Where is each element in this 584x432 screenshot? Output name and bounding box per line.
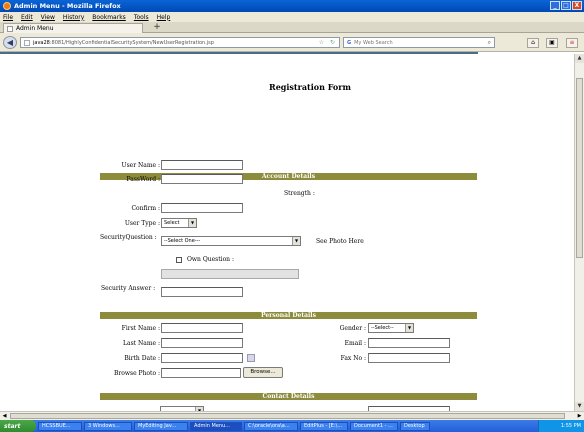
window-title: Admin Menu - Mozilla Firefox — [14, 2, 121, 10]
menu-bookmarks[interactable]: Bookmarks — [92, 14, 126, 21]
user-name-input[interactable] — [161, 160, 243, 170]
home-icon[interactable]: ⌂ — [527, 38, 539, 48]
gender-label: Gender : — [339, 325, 366, 332]
user-type-label: User Type : — [124, 220, 160, 227]
horizontal-scroll-thumb[interactable] — [10, 413, 565, 419]
security-question-label: SecurityQuestion : — [100, 234, 157, 241]
security-question-select[interactable]: --Select One--- ▼ — [161, 236, 301, 246]
chevron-down-icon: ▼ — [188, 219, 196, 227]
horizontal-scrollbar[interactable]: ◀ ▶ — [0, 411, 584, 420]
firefox-icon — [3, 2, 11, 10]
scroll-right-icon[interactable]: ▶ — [575, 412, 584, 420]
birth-date-input[interactable] — [161, 353, 243, 363]
menu-tools[interactable]: Tools — [134, 14, 149, 21]
email-input[interactable] — [368, 338, 450, 348]
tab-admin-menu[interactable]: Admin Menu — [3, 23, 143, 33]
security-question-value: --Select One--- — [164, 238, 201, 244]
gender-value: --Select-- — [371, 325, 394, 331]
chevron-down-icon: ▼ — [405, 324, 413, 332]
last-name-label: Last Name : — [123, 340, 160, 347]
new-tab-button[interactable]: + — [150, 23, 164, 33]
first-name-input[interactable] — [161, 323, 243, 333]
security-answer-label: Security Answer : — [101, 285, 156, 292]
menu-history[interactable]: History — [63, 14, 84, 21]
scroll-left-icon[interactable]: ◀ — [0, 412, 9, 420]
search-placeholder: My Web Search — [354, 39, 393, 46]
user-type-select[interactable]: Select ▼ — [161, 218, 197, 228]
first-name-label: First Name : — [121, 325, 160, 332]
taskbar-item[interactable]: MyEditing Jav... — [134, 421, 188, 431]
taskbar-item[interactable]: HCSSBUE... — [38, 421, 82, 431]
site-identity-icon[interactable] — [24, 39, 30, 46]
user-type-value: Select — [164, 220, 180, 226]
last-name-input[interactable] — [161, 338, 243, 348]
system-tray: 1:55 PM — [538, 420, 584, 432]
scroll-up-icon[interactable]: ▲ — [575, 54, 584, 63]
form-title: Registration Form — [269, 82, 351, 92]
minimize-button[interactable]: _ — [550, 1, 560, 10]
taskbar-item[interactable]: EditPlus - [E:\... — [300, 421, 348, 431]
gender-select[interactable]: --Select-- ▼ — [368, 323, 414, 333]
url-bar[interactable]: java28 :8081/HighlyConfidentialSecurityS… — [20, 37, 340, 48]
own-question-input[interactable] — [161, 269, 299, 279]
windows-taskbar: start HCSSBUE... 3 Windows... MyEditing … — [0, 420, 584, 432]
own-question-label: Own Question : — [187, 256, 234, 263]
tab-label: Admin Menu — [16, 25, 54, 32]
calendar-icon[interactable] — [247, 354, 255, 362]
window-controls: _ □ X — [550, 1, 582, 10]
password-label: PassWord : — [126, 176, 160, 183]
browse-photo-label: Browse Photo : — [113, 370, 160, 377]
photo-path-input[interactable] — [161, 368, 241, 378]
window-titlebar: Admin Menu - Mozilla Firefox _ □ X — [0, 0, 584, 12]
page-content: Registration Form Account Details User N… — [0, 54, 574, 411]
menu-edit[interactable]: Edit — [21, 14, 33, 21]
strength-label: Strength : — [284, 190, 315, 197]
tab-bar: Admin Menu + — [0, 22, 584, 33]
security-answer-input[interactable] — [161, 287, 243, 297]
section-contact-details: Contact Details — [100, 393, 477, 400]
page-icon — [7, 25, 13, 32]
vertical-scroll-thumb[interactable] — [576, 78, 583, 258]
browse-button[interactable]: Browse... — [243, 367, 283, 378]
confirm-label: Confirm : — [131, 205, 160, 212]
user-name-label: User Name : — [121, 162, 160, 169]
section-personal-details: Personal Details — [100, 312, 477, 319]
password-input[interactable] — [161, 174, 243, 184]
menu-bar: File Edit View History Bookmarks Tools H… — [0, 12, 584, 22]
extension-icon[interactable]: ▣ — [546, 38, 558, 48]
clock: 1:55 PM — [560, 423, 581, 429]
url-host: java28 — [33, 39, 50, 46]
reload-icon[interactable]: ↻ — [330, 39, 335, 46]
fax-input[interactable] — [368, 353, 450, 363]
scroll-down-icon[interactable]: ▼ — [575, 402, 584, 411]
taskbar-item[interactable]: Document1 - ... — [350, 421, 398, 431]
menu-view[interactable]: View — [41, 14, 55, 21]
fax-label: Fax No : — [340, 355, 366, 362]
taskbar-item[interactable]: 3 Windows... — [84, 421, 132, 431]
menu-help[interactable]: Help — [157, 14, 171, 21]
search-icon[interactable]: ⌕ — [488, 39, 491, 47]
own-question-checkbox[interactable] — [176, 257, 182, 263]
vertical-scrollbar[interactable]: ▲ ▼ — [574, 54, 584, 411]
taskbar-item-active[interactable]: Admin Menu... — [190, 421, 242, 431]
url-path: :8081/HighlyConfidentialSecuritySystem/N… — [49, 39, 214, 46]
see-photo-text: See Photo Here — [316, 238, 364, 245]
back-button[interactable]: ◀ — [3, 36, 17, 49]
search-engine-icon[interactable]: G — [347, 40, 351, 46]
taskbar-item[interactable]: C:\oracle\ora\a... — [244, 421, 298, 431]
bookmark-star-icon[interactable]: ☆ — [319, 39, 324, 46]
maximize-button[interactable]: □ — [561, 1, 571, 10]
chevron-down-icon: ▼ — [292, 237, 300, 245]
menu-icon[interactable]: ≡ — [566, 38, 578, 48]
menu-file[interactable]: File — [3, 14, 13, 21]
start-button[interactable]: start — [0, 420, 36, 432]
email-label: Email : — [344, 340, 366, 347]
confirm-password-input[interactable] — [161, 203, 243, 213]
navigation-bar: ◀ java28 :8081/HighlyConfidentialSecurit… — [0, 33, 584, 52]
close-button[interactable]: X — [572, 1, 582, 10]
search-bar[interactable]: G My Web Search ⌕ — [343, 37, 495, 48]
taskbar-desktop[interactable]: Desktop — [400, 421, 430, 431]
birth-date-label: Birth Date : — [124, 355, 160, 362]
